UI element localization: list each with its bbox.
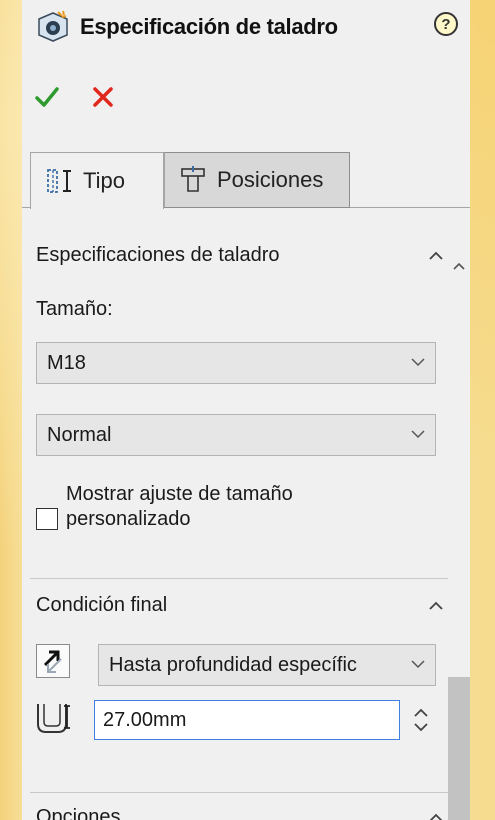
scroll-up-arrow-icon[interactable] (453, 262, 465, 270)
reverse-direction-icon[interactable] (36, 644, 70, 678)
collapse-hole-spec-icon[interactable] (428, 251, 444, 261)
type-tab-icon (47, 169, 71, 193)
options-section-title[interactable]: Opciones (36, 806, 121, 820)
fit-select[interactable]: Normal (36, 414, 436, 456)
chevron-down-icon (411, 358, 425, 367)
panel-content: Especificaciones de taladro Tamaño: M18 … (22, 210, 462, 820)
tab-tipo[interactable]: Tipo (30, 152, 164, 209)
depth-icon (37, 704, 70, 733)
tab-tipo-label: Tipo (83, 168, 125, 193)
hole-spec-section-title[interactable]: Especificaciones de taladro (36, 244, 279, 267)
end-condition-value: Hasta profundidad específic (109, 653, 357, 676)
help-symbol: ? (441, 15, 451, 33)
property-manager-panel: Especificación de taladro ? Tipo Posicio… (22, 0, 470, 820)
section-divider (30, 578, 460, 579)
hole-wizard-icon (38, 10, 68, 42)
arrow-direction-icon (43, 650, 62, 673)
fit-select-value: Normal (47, 423, 112, 446)
chevron-down-icon (411, 430, 425, 439)
depth-input-value: 27.00mm (103, 708, 187, 731)
tab-posiciones-label: Posiciones (217, 167, 324, 192)
size-select-value: M18 (47, 351, 86, 374)
depth-spinner-icon[interactable] (410, 704, 432, 736)
positions-tab-icon (181, 166, 205, 192)
end-condition-select[interactable]: Hasta profundidad específic (98, 644, 436, 686)
help-icon[interactable]: ? (434, 12, 458, 36)
panel-title: Especificación de taladro (80, 14, 338, 39)
custom-size-checkbox[interactable] (36, 508, 58, 530)
scrollbar-thumb[interactable] (448, 677, 470, 820)
end-condition-section-title[interactable]: Condición final (36, 594, 167, 617)
section-divider (30, 792, 460, 793)
ok-checkmark-icon[interactable] (34, 84, 60, 110)
collapse-options-icon[interactable] (428, 813, 444, 820)
tab-posiciones[interactable]: Posiciones (164, 152, 350, 208)
depth-input[interactable]: 27.00mm (94, 700, 400, 740)
collapse-end-condition-icon[interactable] (428, 601, 444, 611)
cancel-x-icon[interactable] (90, 84, 116, 110)
size-label: Tamaño: (36, 298, 113, 320)
size-select[interactable]: M18 (36, 342, 436, 384)
chevron-down-icon (411, 660, 425, 669)
panel-header: Especificación de taladro ? (22, 0, 470, 72)
custom-size-label[interactable]: Mostrar ajuste de tamaño personalizado (66, 482, 366, 532)
vertical-scrollbar[interactable] (448, 250, 470, 820)
